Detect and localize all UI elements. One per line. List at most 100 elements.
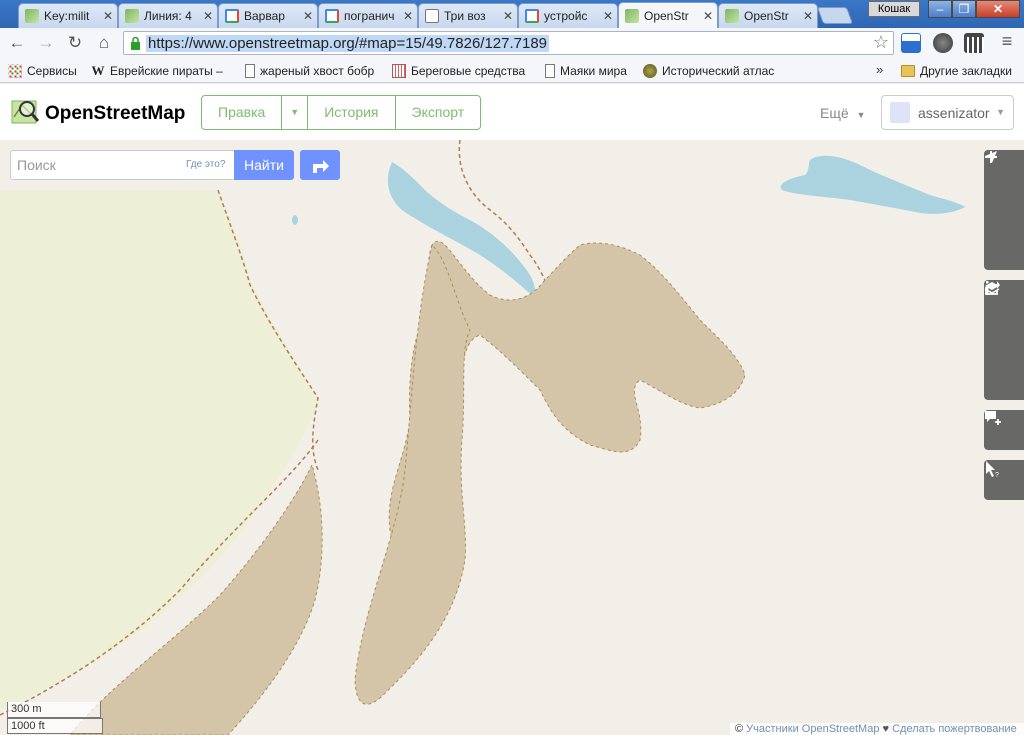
donate-link[interactable]: Сделать пожертвование xyxy=(892,723,1017,735)
browser-tab[interactable]: Key:milit ✕ xyxy=(18,3,118,28)
globe-icon xyxy=(643,64,657,78)
museum-extension-icon[interactable] xyxy=(964,33,984,53)
copyright-symbol: © xyxy=(735,723,744,735)
tab-close-icon[interactable]: ✕ xyxy=(403,9,413,23)
menu-icon[interactable]: ≡ xyxy=(996,32,1018,54)
directions-button[interactable] xyxy=(300,150,340,180)
google-favicon-icon xyxy=(325,9,339,23)
bookmark-label: жареный хвост бобр xyxy=(260,64,375,78)
extension-icon[interactable] xyxy=(933,33,953,53)
add-note-button[interactable] xyxy=(984,410,1024,450)
osm-brand-title[interactable]: OpenStreetMap xyxy=(45,103,185,125)
bookmark-item[interactable]: Сервисы xyxy=(8,63,77,79)
tab-title: OpenStr xyxy=(744,9,789,23)
edit-button-group: Правка ▼ История Экспорт xyxy=(201,95,482,130)
edit-button[interactable]: Правка xyxy=(202,96,283,129)
browser-tab[interactable]: Три воз ✕ xyxy=(418,3,518,28)
reload-icon[interactable]: ↻ xyxy=(64,32,86,54)
map-key-button[interactable] xyxy=(984,281,1024,360)
tab-title: OpenStr xyxy=(644,9,689,23)
browser-profile-chip[interactable]: Кошак xyxy=(868,1,920,17)
scale-imperial: 1000 ft xyxy=(7,718,103,734)
tab-close-icon[interactable]: ✕ xyxy=(703,9,713,23)
query-icon: ? xyxy=(986,461,999,478)
directions-icon xyxy=(313,160,329,173)
back-arrow-icon[interactable]: ← xyxy=(6,32,28,54)
browser-tab[interactable]: погранич ✕ xyxy=(318,3,418,28)
browser-tab[interactable]: устройс ✕ xyxy=(518,3,618,28)
bookmark-item[interactable]: Исторический атлас xyxy=(643,63,774,79)
locate-icon xyxy=(985,151,997,163)
bookmark-item[interactable]: Береговые средства xyxy=(392,63,525,79)
browser-tab-active[interactable]: OpenStr ✕ xyxy=(618,2,718,29)
browser-tab[interactable]: OpenStr ✕ xyxy=(718,3,818,28)
apps-icon xyxy=(8,64,22,78)
tab-title: устройс xyxy=(544,9,588,23)
tab-close-icon[interactable]: ✕ xyxy=(603,9,613,23)
zoom-out-button[interactable] xyxy=(984,156,1024,230)
tab-close-icon[interactable]: ✕ xyxy=(803,9,813,23)
share-button[interactable] xyxy=(984,281,1024,400)
bookmark-item[interactable]: W Еврейские пираты – xyxy=(91,63,223,79)
new-tab-button[interactable] xyxy=(816,7,854,24)
tab-close-icon[interactable]: ✕ xyxy=(303,9,313,23)
user-menu[interactable]: assenizator ▼ xyxy=(881,95,1014,130)
heart-icon: ♥ xyxy=(882,723,890,735)
search-button[interactable]: Найти xyxy=(234,150,294,180)
edit-dropdown-caret-icon[interactable]: ▼ xyxy=(282,96,309,129)
history-button[interactable]: История xyxy=(308,96,396,129)
bookmark-item[interactable]: жареный хвост бобр xyxy=(245,63,374,79)
other-bookmarks-folder[interactable]: Другие закладки xyxy=(901,63,1012,79)
zoom-control-group xyxy=(984,150,1024,270)
osm-favicon-icon xyxy=(625,9,639,23)
bookmark-item[interactable]: Маяки мира xyxy=(545,63,627,79)
browser-tab[interactable]: Линия: 4 ✕ xyxy=(118,3,218,28)
avatar xyxy=(890,102,910,123)
document-favicon-icon xyxy=(425,9,439,23)
forward-arrow-icon[interactable]: → xyxy=(35,32,57,54)
more-menu[interactable]: Ещё ▼ xyxy=(820,105,865,121)
tab-close-icon[interactable]: ✕ xyxy=(203,9,213,23)
extension-icon[interactable] xyxy=(901,33,921,53)
tab-title: Линия: 4 xyxy=(144,9,192,23)
window-maximize-button[interactable]: ❐ xyxy=(952,0,976,18)
tab-title: Варвар xyxy=(244,9,285,23)
address-bar[interactable]: https://www.openstreetmap.org/#map=15/49… xyxy=(123,31,894,55)
map-tiles xyxy=(0,140,1024,735)
osm-favicon-icon xyxy=(125,9,139,23)
map-tools-group xyxy=(984,280,1024,400)
tab-title: Три воз xyxy=(444,9,486,23)
user-name: assenizator xyxy=(918,105,990,121)
osm-logo-icon[interactable] xyxy=(10,97,40,127)
where-is-this-link[interactable]: Где это? xyxy=(186,159,225,170)
scale-metric: 300 m xyxy=(7,702,101,718)
tab-close-icon[interactable]: ✕ xyxy=(103,9,113,23)
google-favicon-icon xyxy=(225,9,239,23)
svg-text:?: ? xyxy=(995,472,999,478)
tab-close-icon[interactable]: ✕ xyxy=(503,9,513,23)
attribution-link[interactable]: Участники OpenStreetMap xyxy=(746,723,879,735)
home-icon[interactable]: ⌂ xyxy=(93,32,115,54)
note-icon xyxy=(985,411,1001,425)
grid-icon xyxy=(392,64,406,78)
attribution: © Участники OpenStreetMap ♥ Сделать поже… xyxy=(730,723,1024,735)
bookmarks-overflow-button[interactable]: » xyxy=(876,62,883,77)
browser-tab[interactable]: Варвар ✕ xyxy=(218,3,318,28)
search-input[interactable] xyxy=(11,151,181,179)
window-minimize-button[interactable]: – xyxy=(928,0,952,18)
chevron-down-icon: ▼ xyxy=(996,107,1005,117)
url-text: https://www.openstreetmap.org/#map=15/49… xyxy=(146,35,550,52)
window-close-button[interactable]: ✕ xyxy=(976,0,1020,18)
bookmark-label: Сервисы xyxy=(27,64,77,78)
add-note-group xyxy=(984,410,1024,450)
more-menu-label: Ещё xyxy=(820,105,849,121)
export-button[interactable]: Экспорт xyxy=(396,96,481,129)
query-features-group: ? xyxy=(984,460,1024,500)
map-canvas[interactable]: Где это? Найти xyxy=(0,140,1024,735)
bookmark-star-icon[interactable]: ☆ xyxy=(873,32,889,53)
tab-title: Key:milit xyxy=(44,9,90,23)
page-icon xyxy=(245,64,255,78)
query-features-button[interactable]: ? xyxy=(984,460,1024,500)
locate-button[interactable] xyxy=(984,151,1024,270)
bookmark-label: Еврейские пираты – xyxy=(110,64,223,78)
